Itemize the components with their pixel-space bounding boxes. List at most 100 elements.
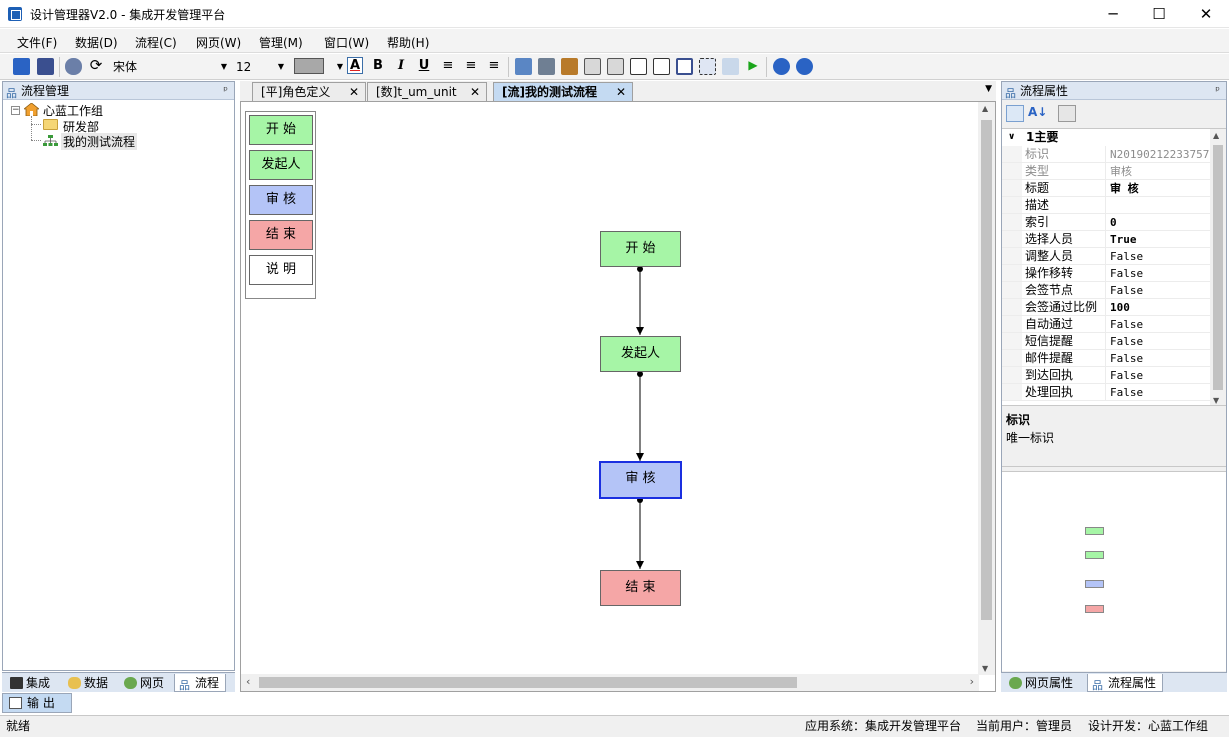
close-icon[interactable]: ✕	[349, 83, 359, 101]
font-color-button[interactable]: A	[347, 57, 363, 74]
sort-alpha-icon[interactable]: A↓	[1028, 105, 1047, 122]
distribute-v-icon[interactable]	[630, 58, 647, 75]
property-pages-icon[interactable]	[1058, 105, 1076, 122]
tab-um-unit[interactable]: [数]t_um_unit ✕	[367, 82, 487, 101]
property-row[interactable]: 短信提醒 False	[1002, 333, 1210, 350]
property-scrollbar[interactable]: ▲ ▼	[1210, 129, 1226, 405]
tab-integration[interactable]: 集成	[6, 674, 56, 692]
property-row[interactable]: 索引 0	[1002, 214, 1210, 231]
property-category-main[interactable]: ∨ 1主要	[1002, 129, 1210, 146]
scroll-down-icon[interactable]: ▼	[982, 664, 988, 673]
menu-file[interactable]: 文件(F)	[17, 34, 57, 51]
group-icon[interactable]	[538, 58, 555, 75]
align-icon[interactable]	[607, 58, 624, 75]
property-value[interactable]: False	[1107, 248, 1210, 264]
canvas-overview[interactable]	[1002, 471, 1226, 671]
fill-color-picker[interactable]	[294, 58, 324, 74]
menu-web[interactable]: 网页(W)	[196, 34, 241, 51]
canvas-vertical-scrollbar[interactable]: ▲ ▼	[978, 102, 995, 675]
scroll-thumb[interactable]	[981, 120, 992, 620]
property-value[interactable]: False	[1107, 282, 1210, 298]
scroll-down-icon[interactable]: ▼	[1213, 396, 1219, 405]
property-value[interactable]: 审 核	[1107, 180, 1210, 196]
tab-web[interactable]: 网页	[120, 674, 170, 692]
scroll-thumb[interactable]	[1213, 145, 1223, 390]
flow-node-review[interactable]: 审 核	[599, 461, 682, 499]
help-icon[interactable]	[773, 58, 790, 75]
property-value[interactable]: 审核	[1107, 163, 1210, 179]
scroll-thumb[interactable]	[259, 677, 797, 688]
property-value[interactable]: 0	[1107, 214, 1210, 230]
run-icon[interactable]: ▶	[745, 58, 761, 72]
align-right-icon[interactable]: ≡	[486, 58, 502, 73]
property-row[interactable]: 到达回执 False	[1002, 367, 1210, 384]
property-value[interactable]: False	[1107, 265, 1210, 281]
chevron-down-icon[interactable]: ▼	[332, 62, 348, 71]
property-row[interactable]: 会签通过比例 100	[1002, 299, 1210, 316]
tools-icon[interactable]	[561, 58, 578, 75]
tab-role-definition[interactable]: [平]角色定义 ✕	[252, 82, 366, 101]
menu-help[interactable]: 帮助(H)	[387, 34, 429, 51]
new-icon[interactable]	[13, 58, 30, 75]
property-value[interactable]: False	[1107, 316, 1210, 332]
info-icon[interactable]	[796, 58, 813, 75]
connect-icon[interactable]	[515, 58, 532, 75]
property-row[interactable]: 调整人员 False	[1002, 248, 1210, 265]
property-row[interactable]: 选择人员 True	[1002, 231, 1210, 248]
property-row[interactable]: 类型 审核	[1002, 163, 1210, 180]
flow-node-start[interactable]: 开 始	[600, 231, 681, 267]
close-icon[interactable]: ✕	[616, 83, 626, 101]
distribute-h-icon[interactable]	[653, 58, 670, 75]
export-icon[interactable]	[722, 58, 739, 75]
flow-node-initiator[interactable]: 发起人	[600, 336, 681, 372]
select-icon[interactable]	[699, 58, 716, 75]
layout-icon[interactable]	[584, 58, 601, 75]
settings-icon[interactable]	[65, 58, 82, 75]
close-button[interactable]: ✕	[1183, 0, 1229, 28]
property-value[interactable]	[1107, 197, 1210, 213]
menu-flow[interactable]: 流程(C)	[135, 34, 177, 51]
bold-button[interactable]: B	[370, 58, 386, 73]
property-row[interactable]: 邮件提醒 False	[1002, 350, 1210, 367]
tab-web-properties[interactable]: 网页属性	[1005, 674, 1079, 692]
property-value[interactable]: False	[1107, 350, 1210, 366]
flow-canvas[interactable]: 开 始 发起人 审 核 结 束 说 明 开 始 发起人 审 核 结 束 ▲ ▼ …	[240, 101, 996, 692]
scroll-right-icon[interactable]: ›	[970, 675, 974, 688]
close-icon[interactable]: ✕	[470, 83, 480, 101]
tree-expander[interactable]: −	[11, 106, 20, 115]
canvas-horizontal-scrollbar[interactable]: ‹ ›	[241, 674, 979, 691]
tree-root-item[interactable]: 心蓝工作组	[43, 102, 103, 119]
frame-icon[interactable]	[676, 58, 693, 75]
tree-item-test-flow[interactable]: 我的测试流程	[61, 133, 138, 150]
italic-button[interactable]: I	[393, 58, 409, 73]
scroll-up-icon[interactable]: ▲	[1213, 131, 1219, 140]
tab-flow[interactable]: 品 流程	[174, 674, 227, 692]
font-size-select[interactable]: 12 ▼	[233, 57, 287, 77]
flow-node-end[interactable]: 结 束	[600, 570, 681, 606]
property-value[interactable]: False	[1107, 367, 1210, 383]
property-row[interactable]: 标识N20190212233757889	[1002, 146, 1210, 163]
categorized-icon[interactable]	[1006, 105, 1024, 122]
tab-data[interactable]: 数据	[64, 674, 114, 692]
save-icon[interactable]	[37, 58, 54, 75]
property-row[interactable]: 会签节点 False	[1002, 282, 1210, 299]
minimize-button[interactable]: ─	[1090, 0, 1136, 28]
maximize-button[interactable]: ☐	[1136, 0, 1182, 28]
tab-test-flow[interactable]: [流]我的测试流程 ✕	[493, 82, 633, 101]
property-value[interactable]: True	[1107, 231, 1210, 247]
menu-data[interactable]: 数据(D)	[75, 34, 118, 51]
property-value[interactable]: N20190212233757889	[1107, 146, 1210, 162]
output-tab[interactable]: 输 出	[2, 693, 72, 713]
property-value[interactable]: False	[1107, 384, 1210, 400]
font-name-select[interactable]: 宋体 ▼	[110, 57, 230, 77]
property-value[interactable]: False	[1107, 333, 1210, 349]
property-row[interactable]: 处理回执 False	[1002, 384, 1210, 401]
property-value[interactable]: 100	[1107, 299, 1210, 315]
property-row[interactable]: 描述	[1002, 197, 1210, 214]
tab-flow-properties[interactable]: 品 流程属性	[1087, 674, 1164, 692]
collapse-icon[interactable]: ∨	[1008, 129, 1015, 146]
menu-manage[interactable]: 管理(M)	[259, 34, 303, 51]
underline-button[interactable]: U	[416, 58, 432, 73]
refresh-icon[interactable]: ⟳	[88, 56, 104, 74]
property-row[interactable]: 标题审 核	[1002, 180, 1210, 197]
